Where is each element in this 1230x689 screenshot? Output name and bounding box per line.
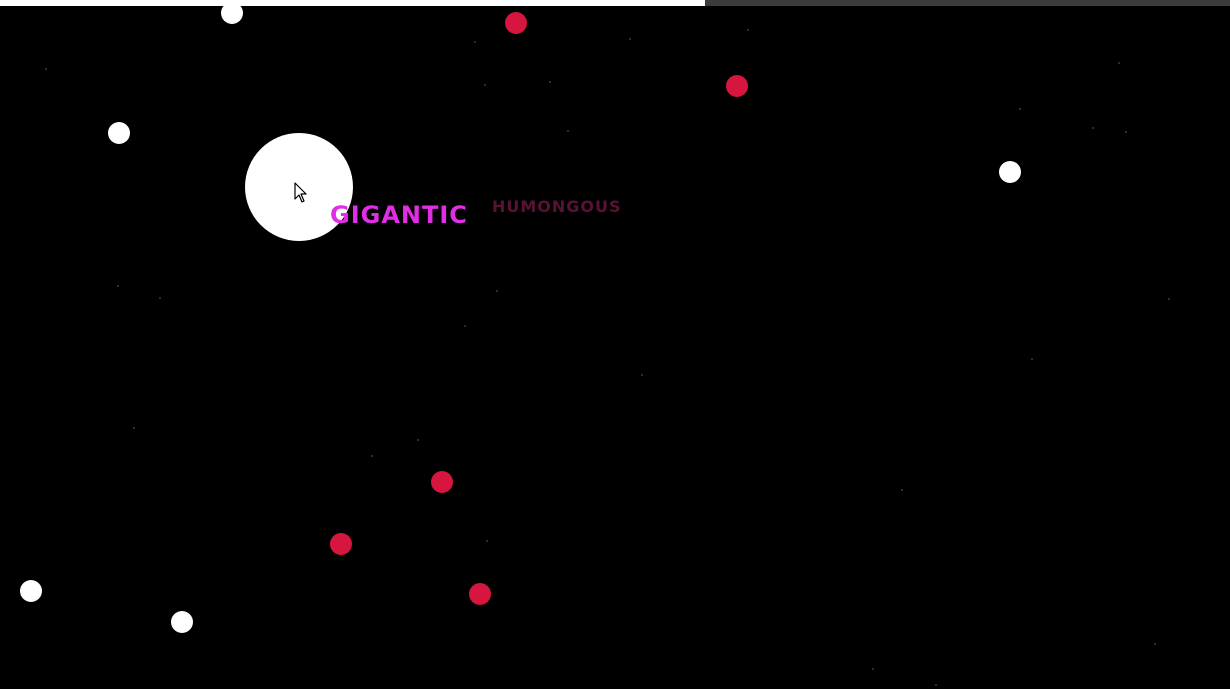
- red-orb: [726, 75, 748, 97]
- background-star: [901, 489, 903, 491]
- background-star: [496, 290, 498, 292]
- size-progress-fill: [0, 0, 705, 6]
- size-progress-bar: [0, 0, 1230, 6]
- background-star: [464, 325, 466, 327]
- white-orb: [20, 580, 42, 602]
- background-star: [1125, 131, 1127, 133]
- background-star: [629, 38, 631, 40]
- white-orb: [221, 2, 243, 24]
- background-star: [486, 540, 488, 542]
- red-orb: [469, 583, 491, 605]
- background-star: [117, 285, 119, 287]
- background-star: [567, 130, 569, 132]
- background-star: [872, 668, 874, 670]
- background-star: [1168, 298, 1170, 300]
- background-star: [1154, 643, 1156, 645]
- background-star: [935, 684, 937, 686]
- background-star: [474, 41, 476, 43]
- white-orb: [108, 122, 130, 144]
- white-orb: [999, 161, 1021, 183]
- arrow-cursor-icon: [294, 182, 307, 203]
- next-size-label: HUMONGOUS: [492, 197, 622, 216]
- background-star: [371, 455, 373, 457]
- red-orb: [330, 533, 352, 555]
- background-star: [1092, 127, 1094, 129]
- game-canvas[interactable]: GIGANTIC HUMONGOUS: [0, 0, 1230, 689]
- background-star: [1019, 108, 1021, 110]
- red-orb: [431, 471, 453, 493]
- current-size-label: GIGANTIC: [330, 201, 468, 229]
- background-star: [1031, 358, 1033, 360]
- background-star: [484, 84, 486, 86]
- background-star: [747, 29, 749, 31]
- background-star: [549, 81, 551, 83]
- background-star: [1118, 62, 1120, 64]
- background-star: [417, 439, 419, 441]
- white-orb: [171, 611, 193, 633]
- background-star: [45, 68, 47, 70]
- background-star: [641, 374, 643, 376]
- background-star: [133, 427, 135, 429]
- red-orb: [505, 12, 527, 34]
- background-star: [159, 297, 161, 299]
